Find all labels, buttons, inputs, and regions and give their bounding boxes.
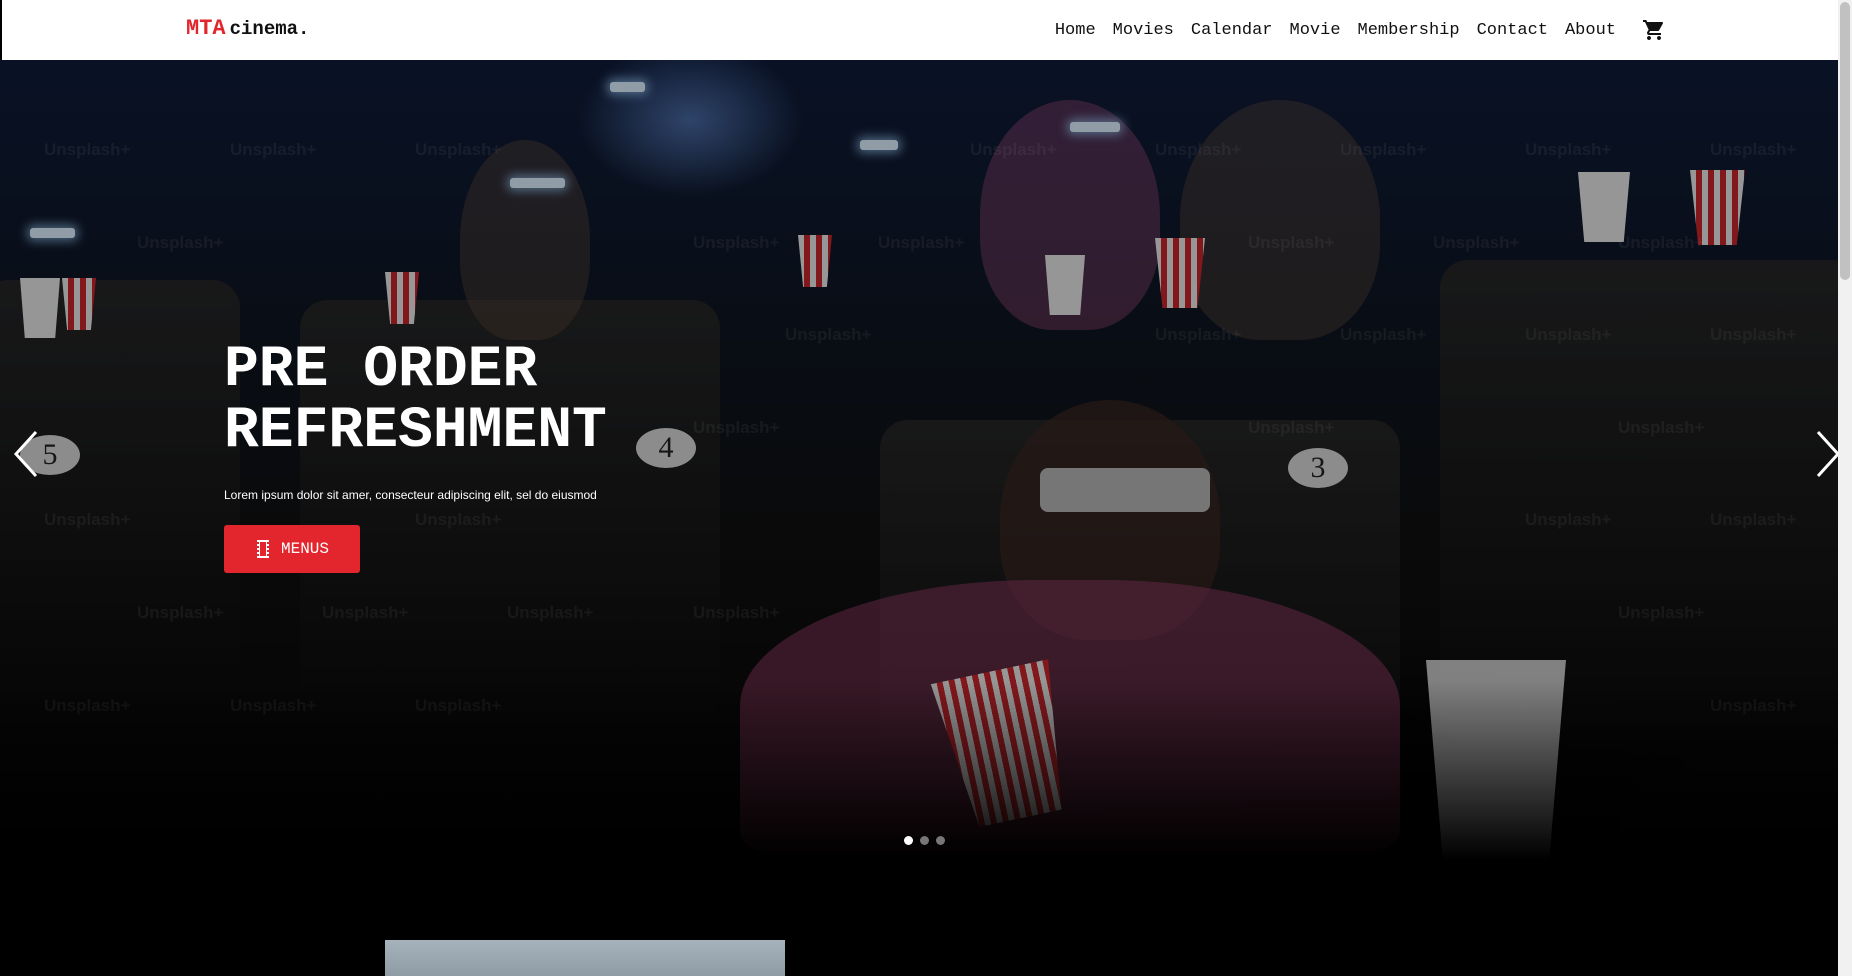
scrollbar-thumb[interactable] xyxy=(1840,2,1850,280)
chevron-left-icon[interactable] xyxy=(8,422,44,486)
nav-contact[interactable]: Contact xyxy=(1477,21,1548,40)
nav-calendar[interactable]: Calendar xyxy=(1191,21,1273,40)
section-thumbnail-image xyxy=(385,940,785,976)
nav-about[interactable]: About xyxy=(1565,21,1616,40)
nav-home[interactable]: Home xyxy=(1055,21,1096,40)
menus-button[interactable]: MENUS xyxy=(224,525,360,573)
brand-accent: MTA xyxy=(186,16,226,41)
brand-logo[interactable]: MTA cinema. xyxy=(186,16,309,41)
chevron-right-icon[interactable] xyxy=(1810,422,1838,486)
film-icon xyxy=(256,540,269,558)
nav-links: Home Movies Calendar Movie Membership Co… xyxy=(1038,18,1666,42)
carousel-dot-2[interactable] xyxy=(920,836,929,845)
brand-name: cinema. xyxy=(229,18,310,40)
carousel-indicators xyxy=(904,836,952,845)
shopping-cart-icon[interactable] xyxy=(1642,18,1666,42)
hero-carousel: 5 4 3 Unsplash+ Unsplash+ Unsplash+ Unsp… xyxy=(0,60,1838,860)
menus-button-label: MENUS xyxy=(280,540,329,558)
hero-content: PRE ORDER REFRESHMENT Lorem ipsum dolor … xyxy=(224,340,744,573)
hero-subtitle: Lorem ipsum dolor sit amer, consecteur a… xyxy=(224,488,597,502)
nav-movies[interactable]: Movies xyxy=(1113,21,1174,40)
navbar: MTA cinema. Home Movies Calendar Movie Me… xyxy=(2,0,1838,60)
nav-movie[interactable]: Movie xyxy=(1290,21,1341,40)
carousel-dot-3[interactable] xyxy=(936,836,945,845)
scrollbar[interactable] xyxy=(1838,0,1852,976)
nav-membership[interactable]: Membership xyxy=(1358,21,1460,40)
carousel-dot-1[interactable] xyxy=(904,836,913,845)
hero-title: PRE ORDER REFRESHMENT xyxy=(224,338,607,464)
